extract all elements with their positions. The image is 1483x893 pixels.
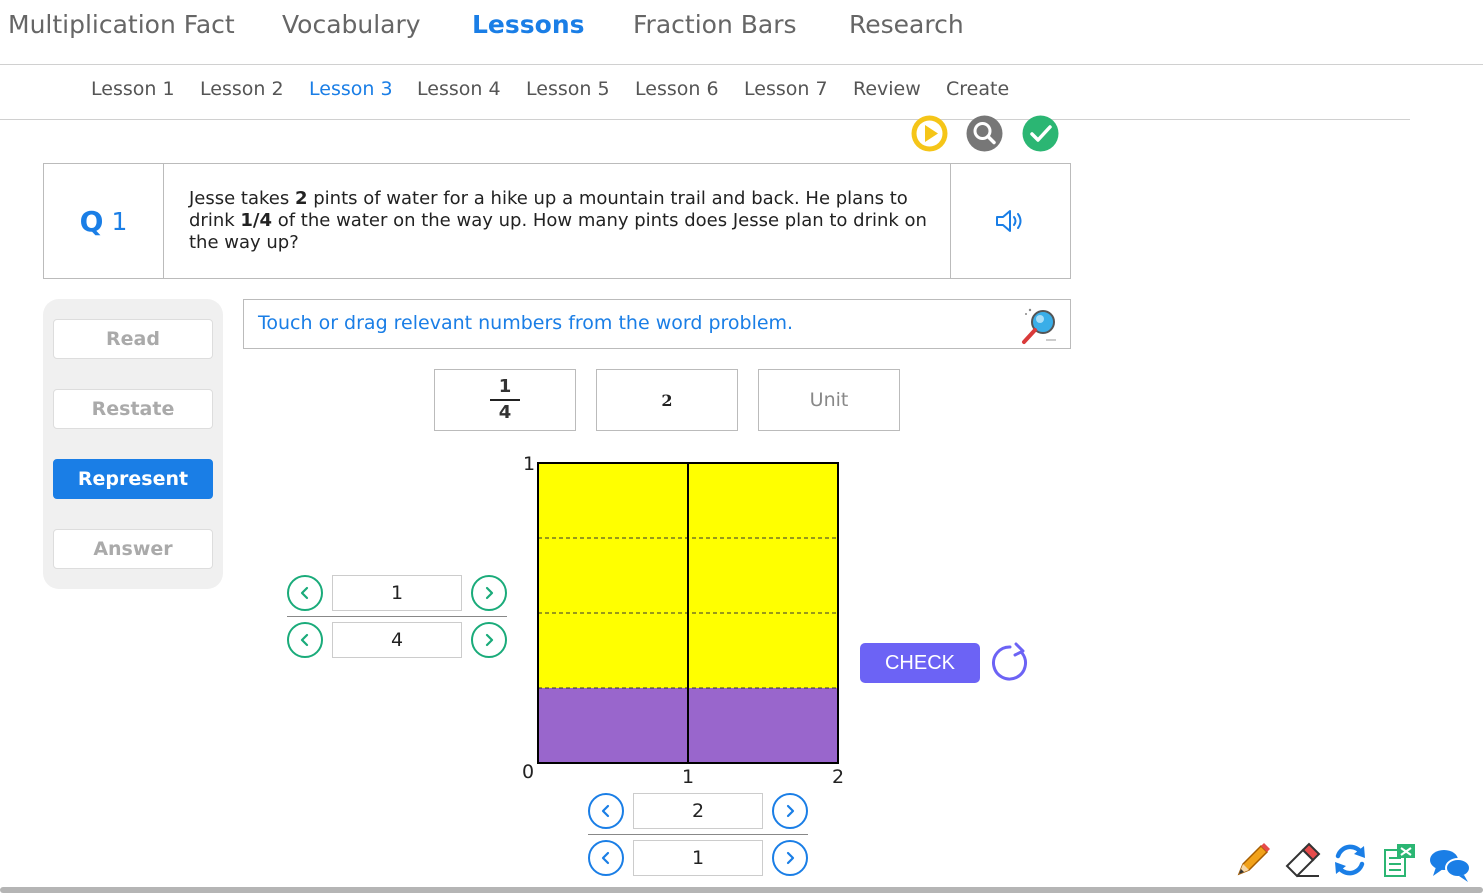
lesson-nav: Lesson 1 Lesson 2 Lesson 3 Lesson 4 Less… [0,65,1410,120]
fraction-denominator: 4 [498,402,512,423]
horizontal-scrollbar[interactable] [0,887,1483,893]
pencil-icon[interactable] [1233,840,1273,880]
width-denominator-field[interactable]: 1 [633,840,763,876]
width-denominator-decrease-button[interactable] [588,840,624,876]
question-text-part: Jesse takes [189,188,295,209]
question-panel: Q1 Jesse takes 2 pints of water for a hi… [43,163,1071,279]
fraction-tile[interactable]: 1 4 [434,369,576,431]
restate-button[interactable]: Restate [53,389,213,429]
question-text: Jesse takes 2 pints of water for a hike … [189,188,929,254]
instruction-text: Touch or drag relevant numbers from the … [258,312,794,334]
x-axis-mid-label: 1 [682,766,695,788]
denominator-field[interactable]: 4 [332,622,462,658]
y-axis-top-label: 1 [523,453,536,475]
tab-lesson-3[interactable]: Lesson 3 [309,78,393,100]
width-numerator-field[interactable]: 2 [633,793,763,829]
tab-lesson-1[interactable]: Lesson 1 [91,78,175,100]
tab-lesson-4[interactable]: Lesson 4 [417,78,501,100]
eraser-icon[interactable] [1283,840,1323,880]
question-text-part: of the water on the way up. How many pin… [189,210,927,253]
whole-tile[interactable]: 2 [596,369,738,431]
fraction-bar-model[interactable] [537,462,839,764]
calculator-icon[interactable] [1381,842,1421,882]
fraction-display: 1 4 [490,377,520,423]
nav-vocabulary[interactable]: Vocabulary [282,10,421,39]
tab-lesson-6[interactable]: Lesson 6 [635,78,719,100]
tab-create[interactable]: Create [946,78,1009,100]
numerator-field[interactable]: 1 [332,575,462,611]
play-icon[interactable] [911,115,948,152]
tab-lesson-7[interactable]: Lesson 7 [744,78,828,100]
question-number-fraction[interactable]: 1/4 [240,210,272,231]
nav-research[interactable]: Research [849,10,964,39]
denominator-increase-button[interactable] [471,622,507,658]
tab-lesson-2[interactable]: Lesson 2 [200,78,284,100]
represent-button[interactable]: Represent [53,459,213,499]
step-sidebar: Read Restate Represent Answer [43,299,223,589]
chat-icon[interactable] [1428,846,1471,886]
top-nav: Multiplication Fact Vocabulary Lessons F… [0,0,1483,65]
fraction-line [490,399,520,401]
whole-value: 2 [661,390,673,410]
answer-button[interactable]: Answer [53,529,213,569]
numerator-increase-button[interactable] [471,575,507,611]
nav-multiplication-fact[interactable]: Multiplication Fact [8,10,235,39]
stepper-fraction-line [287,616,507,617]
unit-label: Unit [809,389,849,411]
denominator-decrease-button[interactable] [287,622,323,658]
width-numerator-decrease-button[interactable] [588,793,624,829]
question-number: Q1 [44,164,164,278]
speaker-icon[interactable] [950,164,1070,278]
magnifier-icon[interactable] [1016,304,1060,346]
numerator-decrease-button[interactable] [287,575,323,611]
reset-icon[interactable] [988,641,1032,685]
nav-fraction-bars[interactable]: Fraction Bars [633,10,797,39]
width-numerator-increase-button[interactable] [772,793,808,829]
search-icon[interactable] [966,115,1003,152]
fraction-numerator: 1 [498,376,512,397]
tab-lesson-5[interactable]: Lesson 5 [526,78,610,100]
question-label: Q [79,204,104,238]
x-axis-end-label: 2 [832,766,845,788]
y-axis-bottom-label: 0 [522,761,535,783]
check-button[interactable]: CHECK [860,643,980,683]
read-button[interactable]: Read [53,319,213,359]
width-denominator-increase-button[interactable] [772,840,808,876]
width-stepper-line [588,834,808,835]
question-index: 1 [111,206,128,236]
refresh-icon[interactable] [1330,840,1370,880]
tab-review[interactable]: Review [853,78,921,100]
nav-lessons[interactable]: Lessons [472,10,585,39]
unit-tile[interactable]: Unit [758,369,900,431]
instruction-bar: Touch or drag relevant numbers from the … [243,299,1071,349]
checkmark-icon[interactable] [1022,115,1059,152]
question-number-2[interactable]: 2 [295,188,308,209]
